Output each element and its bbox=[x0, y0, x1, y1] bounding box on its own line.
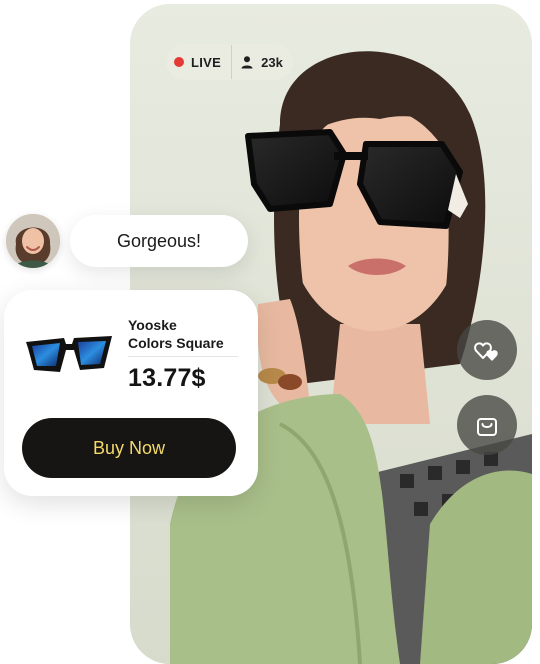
live-indicator: LIVE bbox=[170, 55, 231, 70]
live-label: LIVE bbox=[191, 54, 222, 70]
comment-bubble: Gorgeous! bbox=[70, 215, 248, 267]
viewer-count-group: 23k bbox=[232, 55, 283, 70]
hearts-icon bbox=[474, 342, 498, 361]
product-divider bbox=[128, 356, 238, 357]
product-card[interactable]: Yooske Colors Square 13.77$ Buy Now bbox=[4, 290, 258, 496]
avatar bbox=[6, 214, 60, 268]
sunglasses-product-image bbox=[26, 336, 112, 372]
like-button[interactable] bbox=[457, 320, 517, 380]
shop-bag-button[interactable] bbox=[457, 395, 517, 455]
commenter-avatar-image bbox=[6, 214, 60, 268]
viewer-count: 23k bbox=[261, 54, 283, 70]
product-price: 13.77$ bbox=[128, 364, 206, 392]
comment-text: Gorgeous! bbox=[116, 230, 202, 251]
product-name: Yooske Colors Square bbox=[128, 316, 244, 352]
live-dot-icon bbox=[174, 57, 184, 67]
shopping-bag-icon bbox=[477, 418, 497, 436]
buy-now-button[interactable]: Buy Now bbox=[22, 418, 236, 478]
product-name-line-1: Yooske bbox=[128, 317, 177, 333]
person-icon bbox=[241, 56, 253, 69]
product-name-line-2: Colors Square bbox=[128, 335, 224, 351]
live-status-pill: LIVE 23k bbox=[166, 44, 293, 80]
